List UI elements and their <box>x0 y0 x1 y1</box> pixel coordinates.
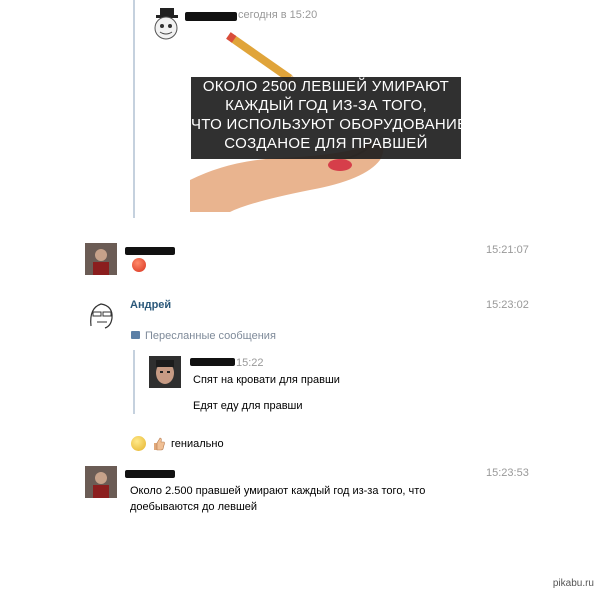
avatar[interactable] <box>85 243 117 275</box>
avatar[interactable] <box>85 466 117 498</box>
message-time: 15:23:53 <box>486 467 529 479</box>
forwarded-time: 15:22 <box>236 357 264 369</box>
watermark: pikabu.ru <box>552 578 594 589</box>
message-time: 15:23:02 <box>486 299 529 311</box>
post-timestamp: сегодня в 15:20 <box>238 9 318 21</box>
reply-text: гениально <box>171 438 224 450</box>
forwarded-title[interactable]: Пересланные сообщения <box>145 330 276 342</box>
redacted-author <box>125 247 175 255</box>
message-text: доебываются до левшей <box>130 501 258 513</box>
forward-bar <box>133 350 135 414</box>
meme-face-avatar-icon <box>85 298 117 330</box>
caption-line: КАЖДЫЙ ГОД ИЗ-ЗА ТОГО, <box>225 97 427 114</box>
person-photo-icon <box>85 466 117 498</box>
forwarded-text: Едят еду для правши <box>193 400 303 412</box>
person-photo-icon <box>85 243 117 275</box>
redacted-author <box>185 12 237 21</box>
message-author[interactable]: Андрей <box>130 299 171 311</box>
quote-bar <box>133 0 135 218</box>
caption-line: СОЗДАНОЕ ДЛЯ ПРАВШЕЙ <box>224 135 428 152</box>
message-time: 15:21:07 <box>486 244 529 256</box>
redacted-author <box>125 470 175 478</box>
person-photo-icon <box>149 356 181 388</box>
avatar[interactable] <box>150 8 182 40</box>
caption-line: ЧТО ИСПОЛЬЗУЮТ ОБОРУДОВАНИЕ, <box>191 116 472 133</box>
redacted-author <box>190 358 235 366</box>
avatar[interactable] <box>85 298 117 330</box>
avatar[interactable] <box>149 356 181 388</box>
caption-line: ОКОЛО 2500 ЛЕВШЕЙ УМИРАЮТ <box>202 78 450 95</box>
thumbs-up-icon <box>152 436 166 451</box>
forwarded-icon <box>131 331 140 339</box>
forwarded-text: Спят на кровати для правши <box>193 374 340 386</box>
troll-face-avatar-icon <box>150 8 182 40</box>
thinking-face-icon <box>131 436 146 451</box>
message-text: Около 2.500 правшей умирают каждый год и… <box>130 485 426 497</box>
angry-face-icon <box>132 258 146 272</box>
image-caption: ОКОЛО 2500 ЛЕВШЕЙ УМИРАЮТ КАЖДЫЙ ГОД ИЗ-… <box>191 77 472 159</box>
